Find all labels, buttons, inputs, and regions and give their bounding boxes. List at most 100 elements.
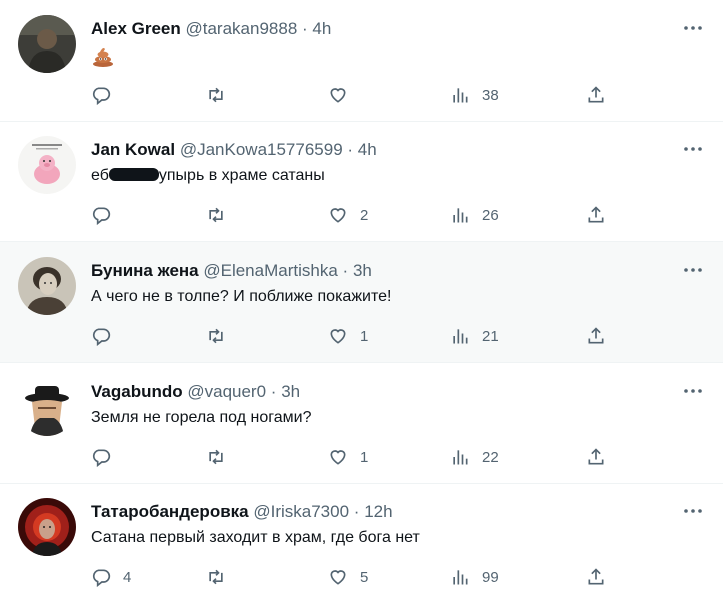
reply-icon <box>92 207 111 225</box>
heart-icon <box>330 450 346 465</box>
display-name[interactable]: Бунина жена <box>91 261 199 280</box>
display-name[interactable]: Татаробандеровка <box>91 502 249 521</box>
analytics-icon <box>453 88 468 103</box>
user-handle[interactable]: @ElenaMartishka <box>203 261 337 280</box>
more-options-icon[interactable] <box>681 501 705 521</box>
retweet-icon <box>209 87 223 103</box>
tweet-text: еб упырь в храме сатаны <box>91 166 325 186</box>
reply-button[interactable] <box>91 325 123 347</box>
reply-button[interactable] <box>91 84 123 106</box>
like-button[interactable] <box>328 84 360 106</box>
action-bar: 1 21 <box>91 325 611 347</box>
view-count: 21 <box>482 327 499 345</box>
retweet-button[interactable] <box>206 325 226 347</box>
more-options-icon[interactable] <box>681 381 705 401</box>
tweet-header: Alex Green @tarakan9888 · 4h <box>91 19 331 39</box>
retweet-button[interactable] <box>206 566 226 588</box>
avatar[interactable] <box>18 136 76 194</box>
user-handle[interactable]: @vaquer0 <box>187 382 266 401</box>
tweet-text-end: упырь в храме сатаны <box>158 167 325 184</box>
tweet[interactable]: Бунина жена @ElenaMartishka · 3h А чего … <box>0 242 723 363</box>
views-button[interactable]: 38 <box>450 84 499 106</box>
reply-button[interactable]: 4 <box>91 566 131 588</box>
like-count: 1 <box>360 448 369 466</box>
reply-button[interactable] <box>91 204 123 226</box>
user-handle[interactable]: @tarakan9888 <box>186 19 298 38</box>
retweet-icon <box>209 207 223 223</box>
view-count: 22 <box>482 448 499 466</box>
share-button[interactable] <box>586 84 606 106</box>
retweet-button[interactable] <box>206 204 226 226</box>
avatar[interactable] <box>18 498 76 556</box>
separator-dot: · <box>302 19 308 38</box>
tweet-text: Земля не горела под ногами? <box>91 409 312 426</box>
timestamp[interactable]: 4h <box>358 140 377 159</box>
more-options-icon[interactable] <box>681 139 705 159</box>
display-name[interactable]: Vagabundo <box>91 382 183 401</box>
separator-dot: · <box>347 140 354 159</box>
retweet-icon <box>209 449 223 465</box>
more-options-icon[interactable] <box>681 18 705 38</box>
share-button[interactable] <box>586 566 606 588</box>
avatar[interactable] <box>18 15 76 73</box>
like-count: 1 <box>360 327 369 345</box>
display-name[interactable]: Alex Green <box>91 19 181 38</box>
reply-icon <box>92 328 111 346</box>
tweet-header: Бунина жена @ElenaMartishka · 3h <box>91 261 372 281</box>
tweet[interactable]: Jan Kowal @JanKowa15776599 · 4h еб упырь … <box>0 122 723 242</box>
tweet-text-start: еб <box>91 167 109 184</box>
avatar[interactable] <box>18 378 76 436</box>
like-button[interactable]: 2 <box>328 204 368 226</box>
share-button[interactable] <box>586 446 606 468</box>
separator-dot: · <box>353 502 360 521</box>
views-button[interactable]: 26 <box>450 204 499 226</box>
share-button[interactable] <box>586 204 606 226</box>
view-count: 38 <box>482 86 499 104</box>
retweet-button[interactable] <box>206 446 226 468</box>
tweet-text <box>91 45 115 73</box>
poop-emoji-icon <box>91 45 115 67</box>
like-count: 2 <box>360 206 369 224</box>
action-bar: 4 5 99 <box>91 566 611 588</box>
avatar[interactable] <box>18 257 76 315</box>
tweet-header: Vagabundo @vaquer0 · 3h <box>91 382 300 402</box>
timestamp[interactable]: 3h <box>281 382 300 401</box>
like-button[interactable]: 1 <box>328 325 368 347</box>
share-icon <box>588 568 604 585</box>
tweet[interactable]: Alex Green @tarakan9888 · 4h 38 <box>0 0 723 122</box>
user-handle[interactable]: @Iriska7300 <box>253 502 349 521</box>
views-button[interactable]: 21 <box>450 325 499 347</box>
more-options-icon[interactable] <box>681 260 705 280</box>
separator-dot: · <box>342 261 349 280</box>
timestamp[interactable]: 3h <box>353 261 372 280</box>
heart-icon <box>330 570 346 585</box>
like-button[interactable]: 5 <box>328 566 368 588</box>
tweet[interactable]: Татаробандеровка @Iriska7300 · 12h Сатан… <box>0 484 723 600</box>
action-bar: 1 22 <box>91 446 611 468</box>
like-button[interactable]: 1 <box>328 446 368 468</box>
share-icon <box>588 86 604 103</box>
censor-bar <box>108 168 159 181</box>
view-count: 99 <box>482 568 499 586</box>
reply-icon <box>92 449 111 467</box>
analytics-icon <box>453 570 468 585</box>
user-handle[interactable]: @JanKowa15776599 <box>180 140 343 159</box>
analytics-icon <box>453 450 468 465</box>
separator-dot: · <box>270 382 277 401</box>
reply-feed: Alex Green @tarakan9888 · 4h 38 Jan Kowa… <box>0 0 723 600</box>
display-name[interactable]: Jan Kowal <box>91 140 175 159</box>
tweet[interactable]: Vagabundo @vaquer0 · 3h Земля не горела … <box>0 363 723 484</box>
share-button[interactable] <box>586 325 606 347</box>
reply-icon <box>92 87 111 105</box>
tweet-header: Татаробандеровка @Iriska7300 · 12h <box>91 502 393 522</box>
timestamp[interactable]: 12h <box>364 502 392 521</box>
views-button[interactable]: 99 <box>450 566 499 588</box>
timestamp[interactable]: 4h <box>312 19 331 38</box>
retweet-button[interactable] <box>206 84 226 106</box>
reply-count: 4 <box>123 568 132 586</box>
retweet-icon <box>209 569 223 585</box>
heart-icon <box>330 208 346 223</box>
reply-button[interactable] <box>91 446 123 468</box>
views-button[interactable]: 22 <box>450 446 499 468</box>
tweet-text: Сатана первый заходит в храм, где бога н… <box>91 529 420 546</box>
